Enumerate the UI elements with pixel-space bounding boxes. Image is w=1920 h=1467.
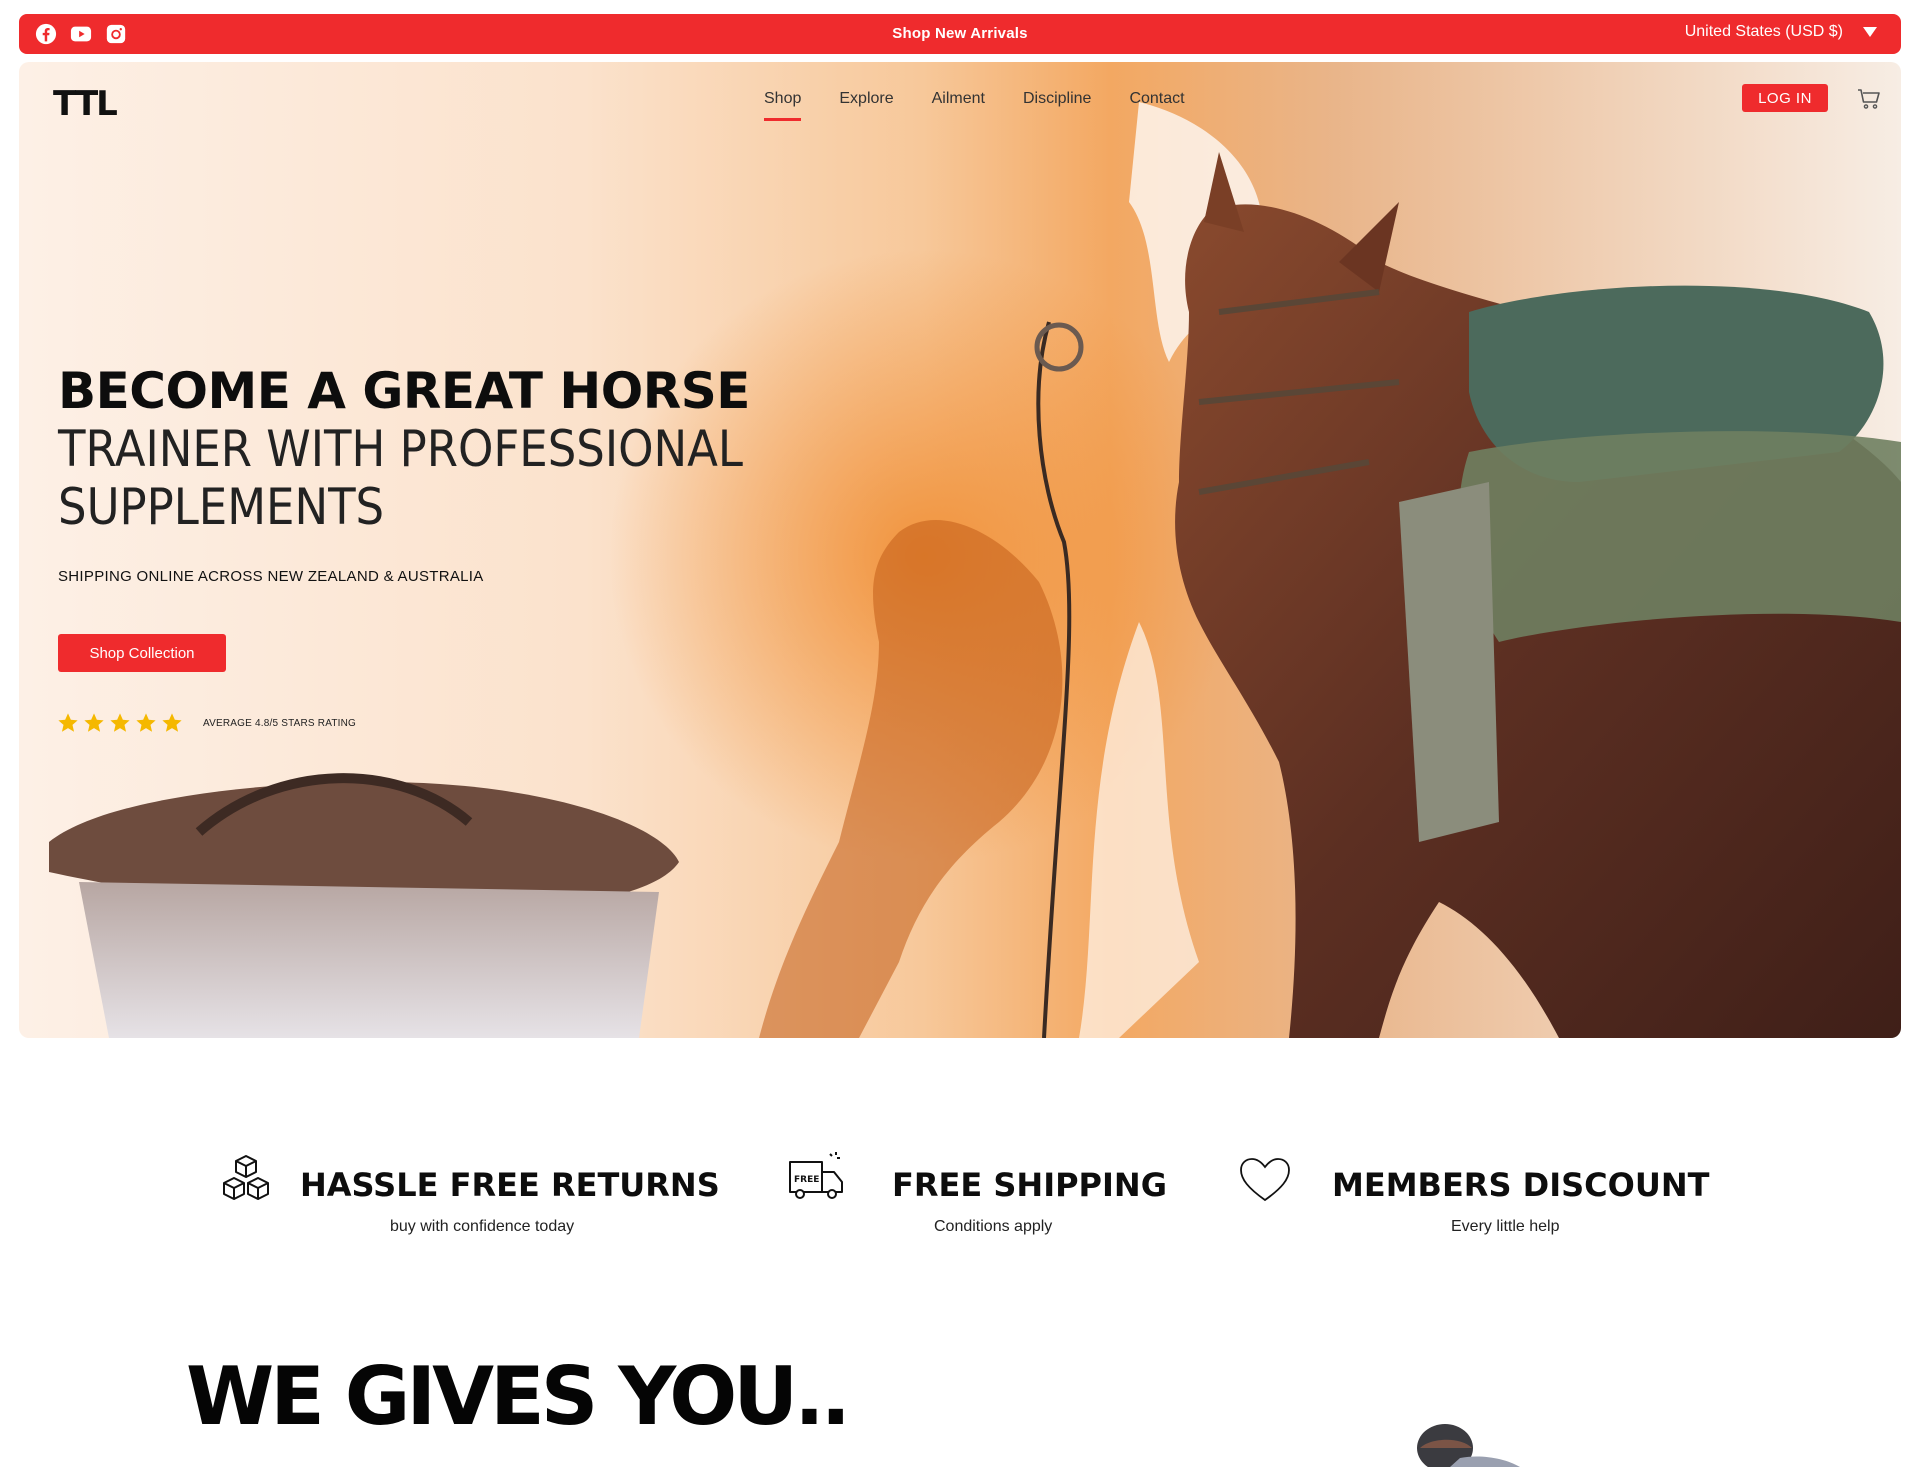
- rating: AVERAGE 4.8/5 STARS RATING: [57, 712, 356, 734]
- promo-link[interactable]: Shop New Arrivals: [19, 25, 1901, 42]
- rider-image: [1417, 1424, 1520, 1467]
- feature-title: HASSLE FREE RETURNS: [300, 1166, 720, 1204]
- region-label: United States (USD $): [1684, 23, 1843, 40]
- nav-item-explore[interactable]: Explore: [820, 90, 912, 108]
- star-icon: [162, 713, 182, 732]
- feature-title: MEMBERS DISCOUNT: [1332, 1166, 1710, 1204]
- features-row: HASSLE FREE RETURNS buy with confidence …: [0, 1150, 1920, 1250]
- feature-subtitle: Conditions apply: [934, 1218, 1053, 1235]
- hero-title-line2: TRAINER WITH PROFESSIONAL: [58, 420, 743, 478]
- announcement-bar: Shop New Arrivals United States (USD $): [19, 14, 1901, 54]
- caret-down-icon: [1863, 27, 1877, 37]
- nav-item-discipline[interactable]: Discipline: [1004, 90, 1110, 108]
- hero-headline: BECOME A GREAT HORSE TRAINER WITH PROFES…: [58, 362, 858, 585]
- site-logo[interactable]: TTL: [53, 84, 118, 124]
- star-rating: [57, 712, 183, 734]
- hero-banner: TTL Shop Explore Ailment Discipline Cont…: [19, 62, 1901, 1038]
- feature-subtitle: Every little help: [1451, 1218, 1560, 1235]
- hero-title-bold: BECOME A GREAT HORSE: [58, 362, 750, 420]
- star-icon: [110, 713, 130, 732]
- login-button[interactable]: LOG IN: [1742, 84, 1828, 112]
- svg-text:FREE: FREE: [794, 1175, 819, 1185]
- hero-subtitle: SHIPPING ONLINE ACROSS NEW ZEALAND & AUS…: [58, 568, 484, 585]
- nav-item-shop[interactable]: Shop: [745, 90, 820, 121]
- hero-title-line3: SUPPLEMENTS: [58, 478, 385, 536]
- nav-menu: Shop Explore Ailment Discipline Contact: [745, 90, 1204, 121]
- boxes-icon: [223, 1155, 269, 1200]
- region-selector[interactable]: United States (USD $): [1685, 23, 1877, 41]
- heart-icon: [1240, 1158, 1290, 1202]
- nav-item-ailment[interactable]: Ailment: [913, 90, 1004, 108]
- section-title: WE GIVES YOU..: [186, 1350, 851, 1443]
- free-shipping-truck-icon: FREE: [789, 1152, 843, 1199]
- cart-icon[interactable]: [1857, 88, 1881, 110]
- star-icon: [84, 713, 104, 732]
- star-icon: [58, 713, 78, 732]
- hero-title-light: TRAINER WITH PROFESSIONAL SUPPLEMENTS: [58, 420, 858, 536]
- main-nav: TTL Shop Explore Ailment Discipline Cont…: [19, 62, 1901, 152]
- feature-title: FREE SHIPPING: [892, 1166, 1167, 1204]
- rating-text: AVERAGE 4.8/5 STARS RATING: [203, 717, 357, 729]
- shop-collection-button[interactable]: Shop Collection: [58, 634, 226, 672]
- star-icon: [136, 713, 156, 732]
- feature-subtitle: buy with confidence today: [390, 1218, 575, 1235]
- nav-item-contact[interactable]: Contact: [1110, 90, 1203, 108]
